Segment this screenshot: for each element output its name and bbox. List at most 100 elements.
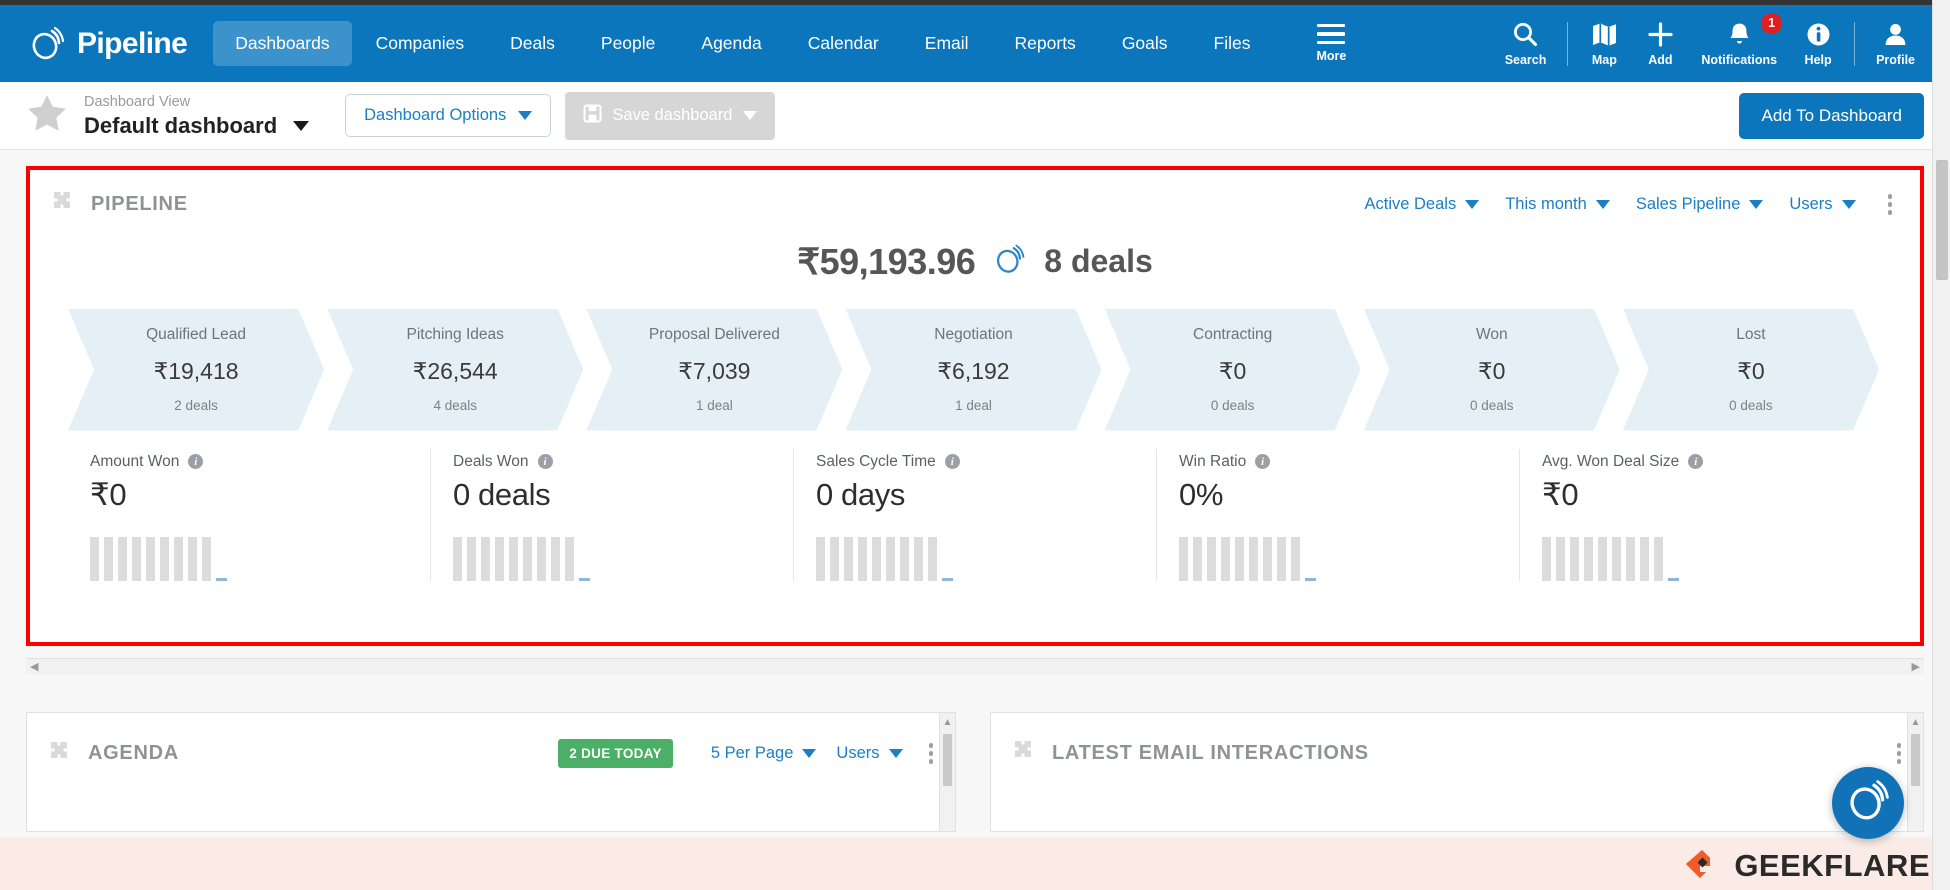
nav-notifications-label: Notifications xyxy=(1701,52,1778,67)
nav-notifications-button[interactable]: 1 Notifications xyxy=(1688,12,1790,67)
nav-item-reports[interactable]: Reports xyxy=(993,21,1098,66)
nav-item-companies[interactable]: Companies xyxy=(354,21,487,66)
stage-name: Won xyxy=(1475,326,1508,343)
stage-deal-count: 0 deals xyxy=(1470,398,1514,413)
kpi-label-wrap: Sales Cycle Time i xyxy=(816,453,1156,471)
email-widget-menu-icon[interactable] xyxy=(1891,739,1908,768)
pipeline-widget: PIPELINE Active Deals This month Sales P… xyxy=(26,166,1924,646)
dashboard-options-button[interactable]: Dashboard Options xyxy=(345,94,552,137)
user-icon xyxy=(1882,21,1909,48)
filter-active-deals[interactable]: Active Deals xyxy=(1365,195,1480,214)
stage-name: Proposal Delivered xyxy=(648,326,780,343)
chevron-down-icon xyxy=(1465,199,1480,209)
page-vertical-scrollbar[interactable] xyxy=(1932,0,1950,890)
nav-search-button[interactable]: Search xyxy=(1492,21,1560,67)
kpi-label-wrap: Amount Won i xyxy=(90,453,430,471)
nav-item-files[interactable]: Files xyxy=(1192,21,1273,66)
stage-name: Qualified Lead xyxy=(146,326,247,343)
stage-deal-count: 4 deals xyxy=(433,398,477,413)
stage-deal-count: 0 deals xyxy=(1729,398,1773,413)
kpi-placeholder-sparkline xyxy=(1179,536,1519,581)
email-widget-header: LATEST EMAIL INTERACTIONS xyxy=(991,713,1923,768)
funnel-stage-qualified-lead[interactable]: Qualified Lead ₹19,418 2 deals xyxy=(68,309,324,431)
scroll-right-icon[interactable]: ▶ xyxy=(1912,660,1920,673)
chevron-down-icon xyxy=(518,111,533,120)
nav-item-deals[interactable]: Deals xyxy=(488,21,577,66)
pipeline-widget-menu-icon[interactable] xyxy=(1882,190,1899,219)
main-navbar: Pipeline Dashboards Companies Deals Peop… xyxy=(0,5,1950,82)
save-dashboard-button[interactable]: Save dashboard xyxy=(565,91,775,140)
email-vertical-scrollbar[interactable]: ▲ xyxy=(1907,713,1923,831)
chevron-down-icon xyxy=(742,111,757,120)
nav-help-label: Help xyxy=(1804,52,1832,67)
nav-action-group: Search Map Add 1 Notifications Help Prof… xyxy=(1492,12,1928,67)
scroll-left-icon[interactable]: ◀ xyxy=(30,660,38,673)
agenda-per-page-filter[interactable]: 5 Per Page xyxy=(711,744,817,763)
brand-name: Pipeline xyxy=(77,26,188,60)
dashboard-view-selector[interactable]: Dashboard View Default dashboard xyxy=(84,92,310,140)
nav-links: Dashboards Companies Deals People Agenda… xyxy=(213,21,1272,66)
funnel-stage-proposal-delivered[interactable]: Proposal Delivered ₹7,039 1 deal xyxy=(586,309,842,431)
funnel-stage-contracting[interactable]: Contracting ₹0 0 deals xyxy=(1105,309,1361,431)
funnel-stage-negotiation[interactable]: Negotiation ₹6,192 1 deal xyxy=(845,309,1101,431)
nav-item-dashboards[interactable]: Dashboards xyxy=(213,21,352,66)
dashboard-view-name: Default dashboard xyxy=(84,113,278,139)
dashboard-canvas: PIPELINE Active Deals This month Sales P… xyxy=(0,150,1950,890)
nav-profile-button[interactable]: Profile xyxy=(1863,21,1928,67)
pipeline-kpi-row: Amount Won i ₹0 Deals Won i 0 deals Sale… xyxy=(68,448,1882,581)
kpi-label-wrap: Avg. Won Deal Size i xyxy=(1542,453,1882,471)
stage-amount: ₹19,418 xyxy=(153,358,239,384)
kpi-label-wrap: Win Ratio i xyxy=(1179,453,1519,471)
pipeline-widget-filters: Active Deals This month Sales Pipeline U… xyxy=(1365,190,1899,219)
bell-icon xyxy=(1726,21,1753,48)
nav-item-email[interactable]: Email xyxy=(903,21,991,66)
nav-search-label: Search xyxy=(1504,52,1547,67)
info-icon[interactable]: i xyxy=(1255,454,1271,469)
spiral-chat-icon xyxy=(1845,778,1891,829)
page-scroll-thumb[interactable] xyxy=(1936,160,1948,280)
info-icon[interactable]: i xyxy=(1688,454,1704,469)
pipeline-horizontal-scrollbar[interactable]: ◀ ▶ xyxy=(26,658,1924,674)
nav-add-button[interactable]: Add xyxy=(1632,21,1688,67)
nav-item-agenda[interactable]: Agenda xyxy=(679,21,783,66)
info-icon[interactable]: i xyxy=(537,454,553,469)
brand-logo[interactable]: Pipeline xyxy=(28,25,188,63)
nav-map-label: Map xyxy=(1591,52,1617,67)
funnel-stage-pitching-ideas[interactable]: Pitching Ideas ₹26,544 4 deals xyxy=(327,309,583,431)
hamburger-icon xyxy=(1317,23,1346,45)
filter-users[interactable]: Users xyxy=(1789,195,1856,214)
agenda-vertical-scrollbar[interactable]: ▲ xyxy=(939,713,955,831)
email-widget-title: LATEST EMAIL INTERACTIONS xyxy=(1052,741,1369,764)
pipeline-widget-wrapper: PIPELINE Active Deals This month Sales P… xyxy=(26,166,1924,646)
search-icon xyxy=(1512,21,1539,48)
info-icon[interactable]: i xyxy=(188,454,204,469)
nav-map-button[interactable]: Map xyxy=(1576,21,1632,67)
spiral-logo-icon xyxy=(28,25,66,63)
filter-this-month[interactable]: This month xyxy=(1505,195,1610,214)
scroll-thumb[interactable] xyxy=(943,734,952,786)
pipeline-total-amount: ₹59,193.96 xyxy=(797,240,976,282)
nav-item-goals[interactable]: Goals xyxy=(1100,21,1190,66)
filter-sales-pipeline[interactable]: Sales Pipeline xyxy=(1636,195,1764,214)
nav-item-calendar[interactable]: Calendar xyxy=(786,21,901,66)
puzzle-piece-icon xyxy=(52,190,75,218)
kpi-label: Sales Cycle Time xyxy=(816,452,936,470)
star-icon[interactable] xyxy=(26,92,68,139)
dashboard-options-label: Dashboard Options xyxy=(364,106,507,124)
agenda-widget-menu-icon[interactable] xyxy=(923,739,940,768)
agenda-users-filter[interactable]: Users xyxy=(836,744,903,763)
funnel-stage-won[interactable]: Won ₹0 0 deals xyxy=(1364,309,1620,431)
scroll-up-icon[interactable]: ▲ xyxy=(943,717,953,728)
scroll-thumb[interactable] xyxy=(1911,734,1920,786)
nav-item-people[interactable]: People xyxy=(579,21,678,66)
nav-more-button[interactable]: More xyxy=(1306,23,1356,63)
kpi-placeholder-sparkline xyxy=(90,536,430,581)
pipeline-total-row: ₹59,193.96 8 deals xyxy=(30,241,1920,283)
chat-launcher-button[interactable] xyxy=(1832,767,1904,839)
stage-name: Negotiation xyxy=(934,326,1013,343)
nav-help-button[interactable]: Help xyxy=(1790,21,1846,67)
add-to-dashboard-button[interactable]: Add To Dashboard xyxy=(1739,92,1924,139)
scroll-up-icon[interactable]: ▲ xyxy=(1911,717,1921,728)
funnel-stage-lost[interactable]: Lost ₹0 0 deals xyxy=(1623,309,1879,431)
info-icon[interactable]: i xyxy=(944,454,960,469)
